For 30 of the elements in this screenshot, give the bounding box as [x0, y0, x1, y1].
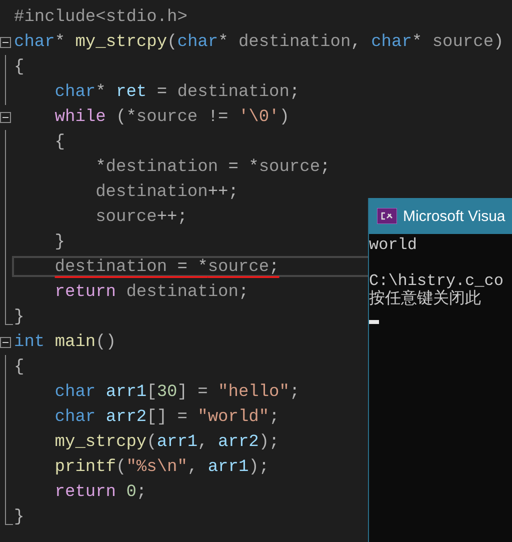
code-line: *destination = *source;: [96, 157, 330, 179]
code-line: }: [14, 507, 24, 529]
console-output-line: world: [369, 236, 418, 254]
code-line: printf("%s\n", arr1);: [54, 457, 270, 479]
collapse-icon[interactable]: [0, 112, 11, 123]
code-line: int main(): [14, 332, 116, 354]
code-line: destination = *source;: [54, 257, 280, 279]
code-line: {: [14, 357, 24, 379]
code-line: destination++;: [96, 182, 238, 204]
console-app-icon: [377, 208, 397, 224]
code-line: return destination;: [54, 282, 249, 304]
code-line: #include<stdio.h>: [14, 7, 188, 29]
code-line: {: [54, 132, 65, 154]
console-output-line: 按任意键关闭此: [369, 290, 481, 308]
console-title: Microsoft Visua: [403, 208, 506, 224]
console-output-line: C:\histry.c_co: [369, 272, 504, 290]
code-line: char* my_strcpy(char* destination, char* source): [14, 32, 504, 54]
code-line: return 0;: [54, 482, 147, 504]
code-line: char arr2[] = "world";: [54, 407, 280, 429]
text-cursor: [369, 320, 379, 324]
code-line: char arr1[30] = "hello";: [54, 382, 300, 404]
code-line: source++;: [96, 207, 188, 229]
code-line: my_strcpy(arr1, arr2);: [54, 432, 280, 454]
collapse-icon[interactable]: [0, 337, 11, 348]
code-line: {: [14, 57, 24, 79]
code-line: while (*source != '\0'): [54, 107, 290, 129]
code-line: }: [54, 232, 65, 254]
collapse-icon[interactable]: [0, 37, 11, 48]
code-line: char* ret = destination;: [54, 82, 300, 104]
code-line: }: [14, 307, 24, 329]
